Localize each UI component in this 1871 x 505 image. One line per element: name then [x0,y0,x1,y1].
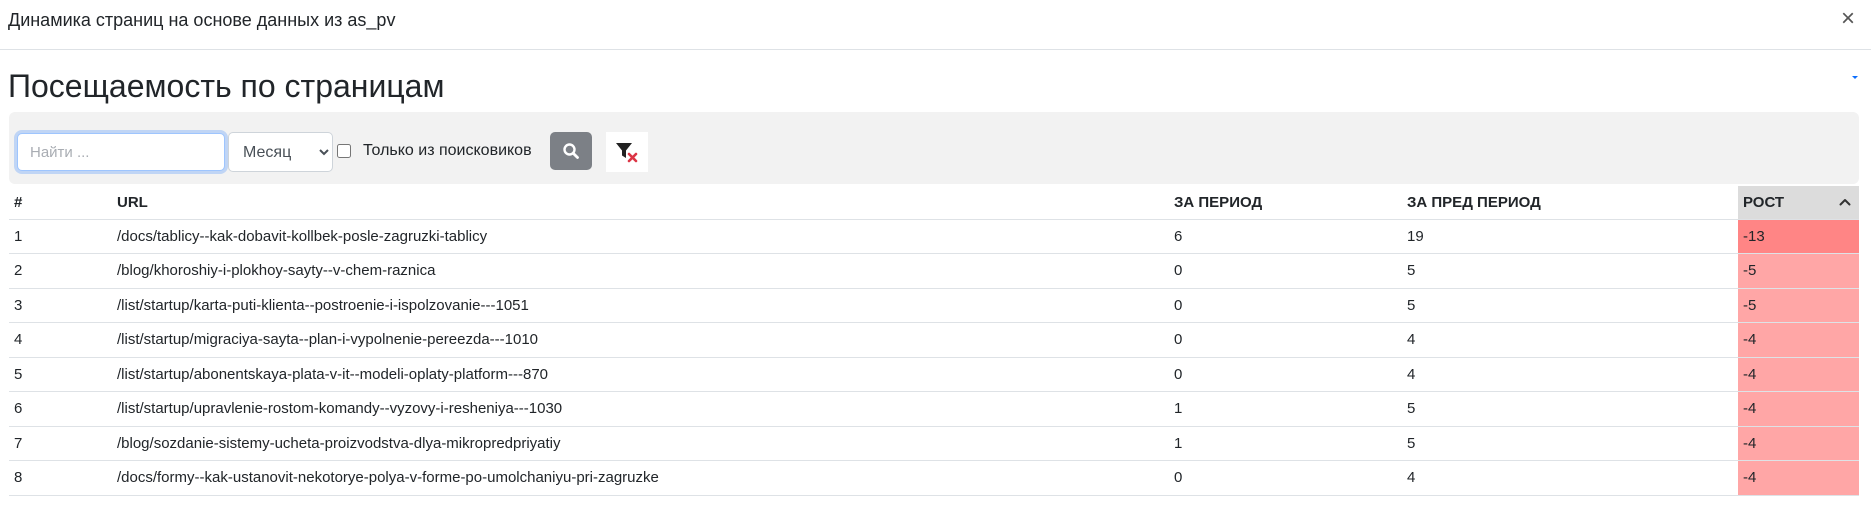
growth-cell: -5 [1738,288,1859,323]
period-count-cell: 1 [1169,391,1402,427]
page-title: Посещаемость по страницам [8,68,445,104]
growth-cell: -5 [1738,253,1859,289]
prev-period-count-cell: 4 [1402,357,1738,392]
period-count-cell: 0 [1169,253,1402,289]
table-row[interactable]: 3/list/startup/karta-puti-klienta--postr… [9,288,1859,323]
url-cell[interactable]: /list/startup/upravlenie-rostom-komandy-… [112,391,1169,427]
modal-header: Динамика страниц на основе данных из as_… [0,0,1871,50]
modal-title: Динамика страниц на основе данных из as_… [8,10,396,30]
growth-cell: -4 [1738,391,1859,427]
growth-cell: -4 [1738,426,1859,461]
row-number-cell: 6 [9,391,112,427]
period-count-cell: 0 [1169,288,1402,323]
row-number-cell: 2 [9,253,112,289]
table-row[interactable]: 1/docs/tablicy--kak-dobavit-kollbek-posl… [9,219,1859,254]
column-header-period[interactable]: За период [1169,186,1402,220]
column-header-growth[interactable]: Рост [1738,186,1859,220]
sort-ascending-icon [1839,199,1851,206]
search-icon [563,143,579,159]
url-cell[interactable]: /docs/tablicy--kak-dobavit-kollbek-posle… [112,219,1169,254]
row-number-cell: 5 [9,357,112,392]
growth-cell: -4 [1738,460,1859,496]
column-header-prev-period[interactable]: За пред период [1402,186,1738,220]
period-count-cell: 6 [1169,219,1402,254]
table-body: 1/docs/tablicy--kak-dobavit-kollbek-posl… [9,219,1859,496]
table-row[interactable]: 5/list/startup/abonentskaya-plata-v-it--… [9,357,1859,392]
filter-clear-icon [616,143,638,163]
period-select[interactable]: Месяц [228,132,333,172]
column-header-growth-label: Рост [1743,193,1785,211]
table-row[interactable]: 7/blog/sozdanie-sistemy-ucheta-proizvods… [9,426,1859,461]
url-cell[interactable]: /blog/sozdanie-sistemy-ucheta-proizvodst… [112,426,1169,461]
prev-period-count-cell: 5 [1402,391,1738,427]
prev-period-count-cell: 19 [1402,219,1738,254]
prev-period-count-cell: 4 [1402,322,1738,358]
growth-cell: -4 [1738,357,1859,392]
filter-bar: Месяц Только из поисковиков [9,112,1859,184]
clear-filter-button[interactable] [606,132,648,172]
table-row[interactable]: 6/list/startup/upravlenie-rostom-komandy… [9,391,1859,427]
table-header-row: # URL За период За пред период Рост [9,186,1859,220]
search-input[interactable] [17,133,225,171]
row-number-cell: 1 [9,219,112,254]
growth-cell: -13 [1738,219,1859,254]
column-header-number[interactable]: # [9,186,112,220]
period-count-cell: 0 [1169,322,1402,358]
prev-period-count-cell: 5 [1402,426,1738,461]
row-number-cell: 7 [9,426,112,461]
close-button[interactable]: × [1835,6,1861,32]
url-cell[interactable]: /blog/khoroshiy-i-plokhoy-sayty--v-chem-… [112,253,1169,289]
chevron-down-icon[interactable] [1849,72,1861,82]
table-row[interactable]: 2/blog/khoroshiy-i-plokhoy-sayty--v-chem… [9,253,1859,289]
period-count-cell: 1 [1169,426,1402,461]
period-count-cell: 0 [1169,460,1402,496]
period-count-cell: 0 [1169,357,1402,392]
search-engines-only-checkbox[interactable] [337,144,351,158]
row-number-cell: 8 [9,460,112,496]
url-cell[interactable]: /list/startup/karta-puti-klienta--postro… [112,288,1169,323]
row-number-cell: 3 [9,288,112,323]
pages-table: # URL За период За пред период Рост 1/do… [9,186,1859,496]
url-cell[interactable]: /docs/formy--kak-ustanovit-nekotorye-pol… [112,460,1169,496]
table-row[interactable]: 8/docs/formy--kak-ustanovit-nekotorye-po… [9,460,1859,496]
growth-cell: -4 [1738,322,1859,358]
url-cell[interactable]: /list/startup/migraciya-sayta--plan-i-vy… [112,322,1169,358]
prev-period-count-cell: 5 [1402,288,1738,323]
search-engines-only-label: Только из поисковиков [363,142,532,159]
prev-period-count-cell: 5 [1402,253,1738,289]
prev-period-count-cell: 4 [1402,460,1738,496]
search-button[interactable] [550,132,592,170]
column-header-url[interactable]: URL [112,186,1169,220]
url-cell[interactable]: /list/startup/abonentskaya-plata-v-it--m… [112,357,1169,392]
table-row[interactable]: 4/list/startup/migraciya-sayta--plan-i-v… [9,322,1859,358]
row-number-cell: 4 [9,322,112,358]
